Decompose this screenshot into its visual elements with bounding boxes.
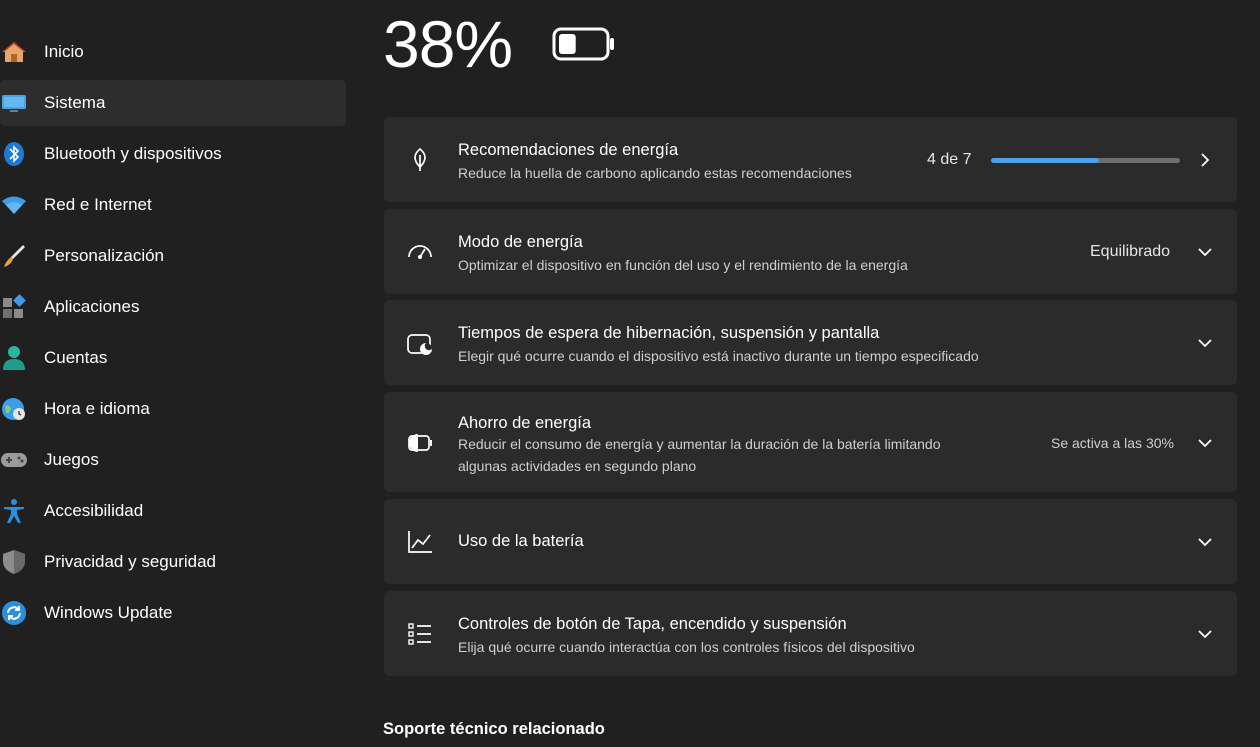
gauge-icon bbox=[406, 238, 434, 266]
card-title: Uso de la batería bbox=[458, 532, 584, 550]
account-icon bbox=[0, 344, 28, 372]
sidebar-item-label: Hora e idioma bbox=[44, 399, 150, 418]
sidebar-item-red[interactable]: Red e Internet bbox=[0, 182, 346, 228]
sidebar-item-label: Windows Update bbox=[44, 603, 173, 622]
chevron-down-icon[interactable] bbox=[1195, 624, 1215, 644]
sidebar-nav: Inicio Sistema Bluetooth y dispositivos bbox=[0, 29, 346, 641]
brush-icon bbox=[0, 242, 28, 270]
shield-icon bbox=[0, 548, 28, 576]
power-mode-select[interactable]: Equilibrado bbox=[1090, 243, 1170, 261]
battery-percent: 38% bbox=[383, 7, 513, 81]
bluetooth-icon bbox=[0, 140, 28, 168]
settings-window: Inicio Sistema Bluetooth y dispositivos bbox=[0, 0, 1260, 747]
sleep-timeouts-card[interactable]: Tiempos de espera de hibernación, suspen… bbox=[384, 300, 1237, 385]
chevron-down-icon[interactable] bbox=[1195, 242, 1215, 262]
accessibility-icon bbox=[0, 497, 28, 525]
home-icon bbox=[0, 38, 28, 66]
globe-clock-icon bbox=[0, 395, 28, 423]
card-description-line2: algunas actividades en segundo plano bbox=[458, 458, 697, 474]
sidebar-item-label: Sistema bbox=[44, 93, 106, 112]
energy-recommendations-card[interactable]: Recomendaciones de energía Reduce la hue… bbox=[384, 117, 1237, 202]
sidebar-item-accesibilidad[interactable]: Accesibilidad bbox=[0, 488, 346, 534]
card-description: Elija qué ocurre cuando interactúa con l… bbox=[458, 639, 915, 655]
sidebar-item-label: Cuentas bbox=[44, 348, 108, 367]
monitor-icon bbox=[0, 89, 28, 117]
sidebar-item-aplicaciones[interactable]: Aplicaciones bbox=[0, 284, 346, 330]
sidebar-item-windows-update[interactable]: Windows Update bbox=[0, 590, 346, 636]
recommendations-progress-bar bbox=[991, 158, 1180, 163]
battery-level-fill bbox=[559, 34, 576, 54]
energy-saver-status: Se activa a las 30% bbox=[1051, 435, 1174, 451]
related-support-heading: Soporte técnico relacionado bbox=[383, 720, 605, 738]
power-mode-card[interactable]: Modo de energía Optimizar el dispositivo… bbox=[384, 209, 1237, 294]
sidebar-item-juegos[interactable]: Juegos bbox=[0, 437, 346, 483]
card-description-line1: Reducir el consumo de energía y aumentar… bbox=[458, 436, 941, 452]
sidebar-item-privacidad[interactable]: Privacidad y seguridad bbox=[0, 539, 346, 585]
battery-saver-icon bbox=[406, 429, 434, 457]
chevron-down-icon[interactable] bbox=[1195, 433, 1215, 453]
battery-icon bbox=[552, 25, 616, 68]
card-description: Reduce la huella de carbono aplicando es… bbox=[458, 165, 852, 181]
recommendations-count: 4 de 7 bbox=[927, 151, 972, 168]
battery-usage-card[interactable]: Uso de la batería bbox=[384, 499, 1237, 584]
card-title: Controles de botón de Tapa, encendido y … bbox=[458, 615, 847, 633]
sidebar-item-inicio[interactable]: Inicio bbox=[0, 29, 346, 75]
card-title: Tiempos de espera de hibernación, suspen… bbox=[458, 324, 880, 342]
sidebar-item-label: Bluetooth y dispositivos bbox=[44, 144, 222, 163]
card-title: Ahorro de energía bbox=[458, 414, 592, 432]
sidebar-item-personalizacion[interactable]: Personalización bbox=[0, 233, 346, 279]
sidebar-item-label: Red e Internet bbox=[44, 195, 152, 214]
energy-saver-card[interactable]: Ahorro de energía Reducir el consumo de … bbox=[384, 392, 1237, 492]
update-icon bbox=[0, 599, 28, 627]
leaf-icon bbox=[406, 146, 434, 174]
sidebar-item-label: Accesibilidad bbox=[44, 501, 144, 520]
card-description: Elegir qué ocurre cuando el dispositivo … bbox=[458, 348, 979, 364]
gamepad-icon bbox=[0, 446, 28, 474]
wifi-icon bbox=[0, 191, 28, 219]
sidebar-item-hora[interactable]: Hora e idioma bbox=[0, 386, 346, 432]
sidebar-item-label: Inicio bbox=[44, 42, 84, 61]
sidebar-item-cuentas[interactable]: Cuentas bbox=[0, 335, 346, 381]
recommendations-progress-fill bbox=[991, 158, 1099, 163]
checklist-icon bbox=[406, 620, 434, 648]
sidebar-item-label: Personalización bbox=[44, 246, 165, 265]
chevron-down-icon[interactable] bbox=[1195, 532, 1215, 552]
sidebar-item-bluetooth[interactable]: Bluetooth y dispositivos bbox=[0, 131, 346, 177]
apps-icon bbox=[0, 293, 28, 321]
sidebar-item-label: Juegos bbox=[44, 450, 99, 469]
card-title: Recomendaciones de energía bbox=[458, 141, 679, 159]
chevron-down-icon[interactable] bbox=[1195, 333, 1215, 353]
card-title: Modo de energía bbox=[458, 233, 583, 251]
sidebar-item-label: Aplicaciones bbox=[44, 297, 140, 316]
chevron-right-icon[interactable] bbox=[1195, 150, 1215, 170]
card-description: Optimizar el dispositivo en función del … bbox=[458, 257, 908, 273]
screen-sleep-icon bbox=[406, 330, 434, 358]
line-chart-icon bbox=[406, 528, 434, 556]
lid-power-controls-card[interactable]: Controles de botón de Tapa, encendido y … bbox=[384, 591, 1237, 676]
sidebar-item-sistema[interactable]: Sistema bbox=[0, 80, 346, 126]
sidebar-item-label: Privacidad y seguridad bbox=[44, 552, 216, 571]
